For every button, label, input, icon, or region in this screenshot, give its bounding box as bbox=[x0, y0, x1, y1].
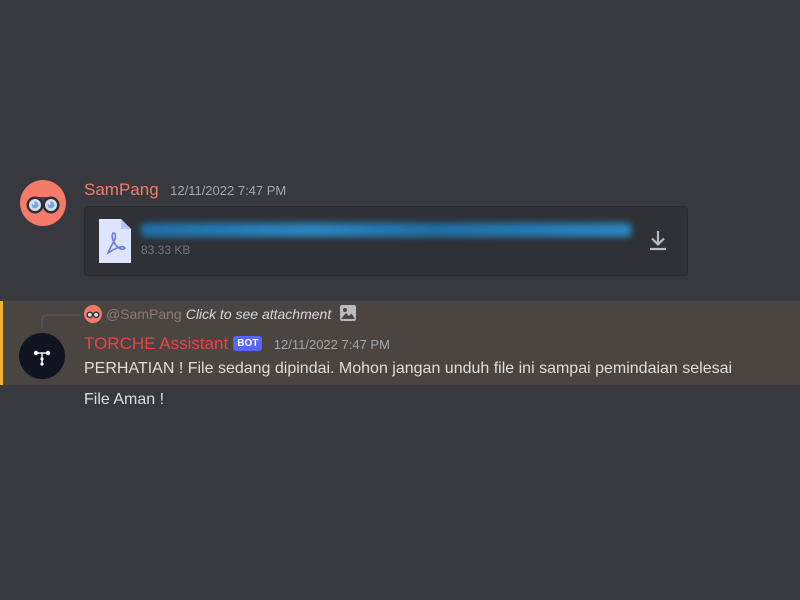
message-text: File Aman ! bbox=[84, 391, 165, 408]
reply-connector bbox=[41, 314, 81, 328]
message-text: PERHATIAN ! File sedang dipindai. Mohon … bbox=[84, 360, 733, 377]
reply-text[interactable]: Click to see attachment bbox=[186, 306, 332, 322]
message-sampang: SamPang 12/11/2022 7:47 PM 83.33 KB bbox=[0, 176, 800, 286]
username[interactable]: SamPang bbox=[84, 180, 159, 199]
pdf-file-icon bbox=[99, 219, 131, 263]
download-icon[interactable] bbox=[647, 229, 669, 253]
timestamp: 12/11/2022 7:47 PM bbox=[273, 337, 390, 352]
bot-badge: BOT bbox=[233, 336, 263, 351]
file-attachment: 83.33 KB bbox=[84, 206, 688, 276]
message-header: SamPang 12/11/2022 7:47 PM bbox=[84, 180, 286, 200]
message-header: TORCHE Assistant BOT 12/11/2022 7:47 PM bbox=[84, 334, 390, 354]
chat-messages: SamPang 12/11/2022 7:47 PM 83.33 KB @Sam… bbox=[0, 0, 800, 600]
binoculars-icon bbox=[86, 311, 100, 319]
reply-avatar bbox=[84, 305, 102, 324]
message-torche-assistant: @SamPang Click to see attachment TORCHE A… bbox=[0, 301, 800, 385]
bot-avatar[interactable] bbox=[19, 333, 65, 379]
avatar[interactable] bbox=[20, 180, 66, 226]
timestamp: 12/11/2022 7:47 PM bbox=[170, 183, 287, 198]
torche-logo-icon bbox=[33, 350, 51, 366]
image-icon bbox=[339, 304, 357, 322]
reply-mention[interactable]: @SamPang bbox=[106, 306, 182, 322]
reply-preview[interactable]: @SamPang Click to see attachment bbox=[84, 304, 357, 324]
file-name-link[interactable] bbox=[141, 223, 631, 237]
binoculars-icon bbox=[26, 196, 60, 214]
username[interactable]: TORCHE Assistant bbox=[84, 334, 228, 353]
file-size: 83.33 KB bbox=[141, 243, 191, 257]
